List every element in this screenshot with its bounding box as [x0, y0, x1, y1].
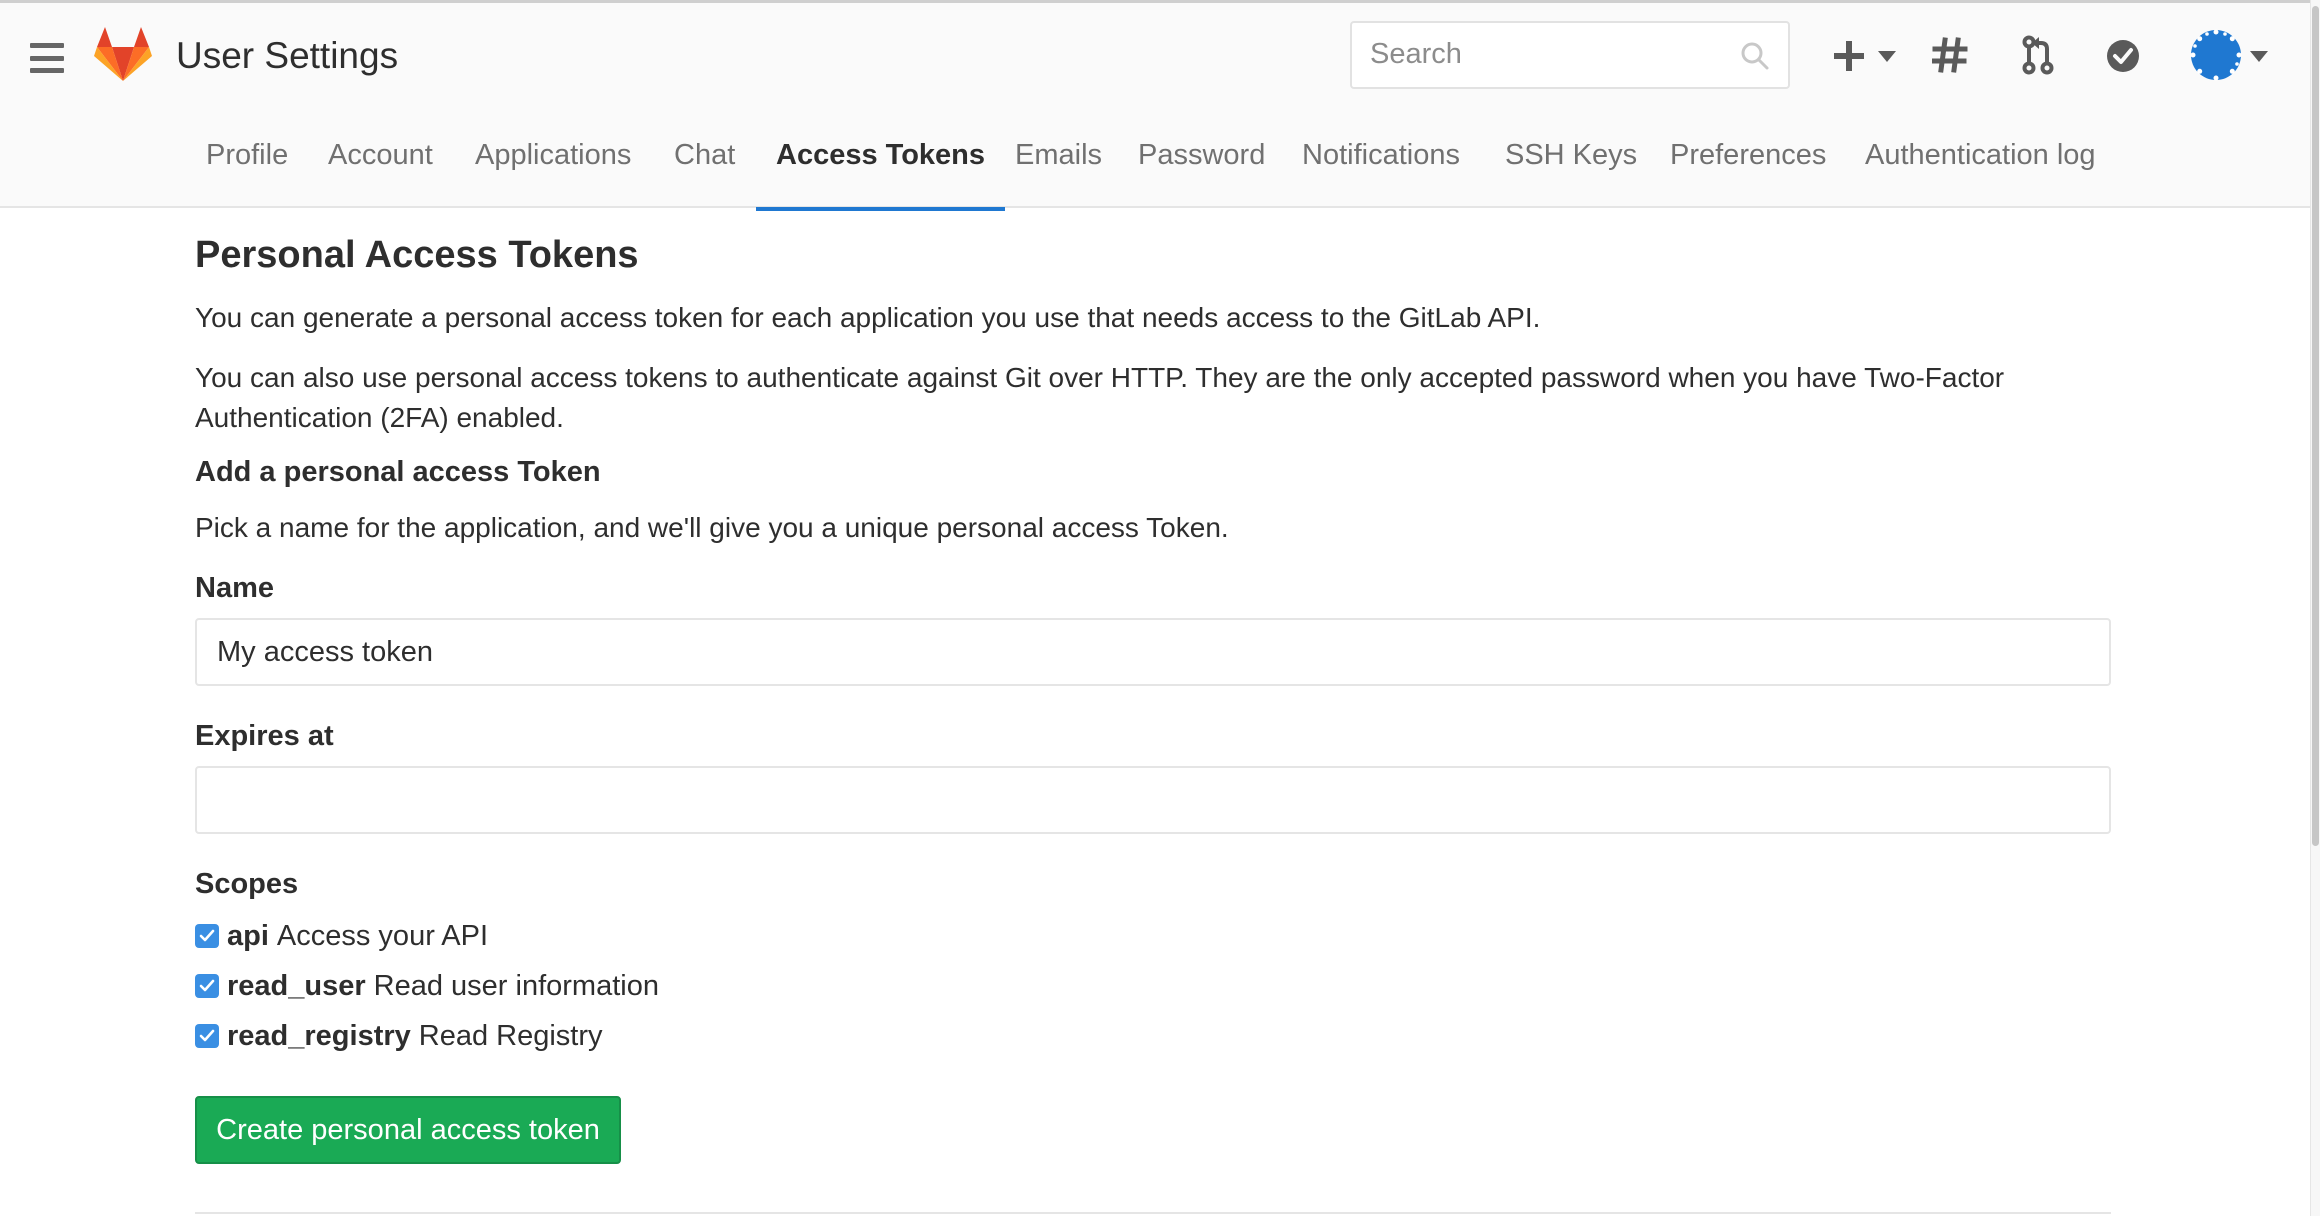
search-icon: [1741, 42, 1769, 70]
top-header: User Settings Search Profile Account App…: [0, 0, 2310, 211]
tab-chat[interactable]: Chat: [674, 121, 735, 209]
scope-name: api: [227, 919, 269, 952]
expires-at-field[interactable]: [197, 768, 2109, 832]
create-token-button[interactable]: Create personal access token: [195, 1096, 621, 1164]
tab-access-tokens[interactable]: Access Tokens: [755, 121, 1006, 211]
tab-password[interactable]: Password: [1138, 121, 1265, 209]
add-token-heading: Add a personal access Token: [195, 456, 601, 488]
tab-ssh-keys[interactable]: SSH Keys: [1505, 121, 1637, 209]
gitlab-logo[interactable]: [94, 27, 152, 83]
intro-text: You can generate a personal access token…: [195, 302, 1541, 333]
tab-applications[interactable]: Applications: [475, 121, 631, 209]
issues-hash-icon[interactable]: [1932, 37, 1968, 73]
avatar[interactable]: [2190, 29, 2242, 81]
checkmark-icon: [199, 1029, 215, 1042]
expires-field-box[interactable]: [195, 766, 2111, 834]
scope-read-registry-checkbox[interactable]: [195, 1024, 219, 1048]
merge-request-icon[interactable]: [2022, 35, 2054, 75]
scope-read-user-checkbox[interactable]: [195, 974, 219, 998]
name-label: Name: [195, 572, 274, 604]
tab-account[interactable]: Account: [328, 121, 433, 209]
page-app-title: User Settings: [176, 35, 399, 76]
scopes-label: Scopes: [195, 868, 299, 900]
search-input[interactable]: [1352, 23, 1732, 85]
search-box[interactable]: [1350, 21, 1790, 89]
scope-name: read_registry: [227, 1019, 411, 1052]
name-field[interactable]: [197, 620, 2109, 684]
scope-name: read_user: [227, 969, 366, 1002]
scope-api-checkbox[interactable]: [195, 924, 219, 948]
section-divider: [195, 1212, 2111, 1214]
settings-nav: Profile Account Applications Chat Access…: [0, 121, 2310, 211]
scope-description: Access your API: [276, 919, 489, 952]
expires-label: Expires at: [195, 720, 334, 752]
plus-icon[interactable]: [1832, 39, 1866, 73]
tab-profile[interactable]: Profile: [206, 121, 288, 209]
checkmark-icon: [199, 979, 215, 992]
scope-description: Read user information: [373, 969, 659, 1002]
scrollbar-thumb[interactable]: [2312, 6, 2319, 846]
chevron-down-icon[interactable]: [2250, 51, 2268, 63]
scope-read-user: read_user Read user information: [195, 966, 659, 1006]
menu-icon[interactable]: [30, 43, 64, 73]
todo-check-icon[interactable]: [2106, 39, 2140, 73]
checkmark-icon: [199, 929, 215, 942]
page-scrollbar[interactable]: [2310, 0, 2320, 1216]
scope-api: api Access your API: [195, 916, 488, 956]
chevron-down-icon[interactable]: [1878, 51, 1896, 63]
intro-text-2fa: You can also use personal access tokens …: [195, 362, 2005, 433]
add-token-description: Pick a name for the application, and we'…: [195, 512, 1229, 543]
name-field-box[interactable]: [195, 618, 2111, 686]
page-title: Personal Access Tokens: [195, 234, 639, 276]
tab-notifications[interactable]: Notifications: [1302, 121, 1460, 209]
tab-authentication-log[interactable]: Authentication log: [1865, 121, 2096, 209]
scope-description: Read Registry: [418, 1019, 603, 1052]
scope-read-registry: read_registry Read Registry: [195, 1016, 603, 1056]
tab-preferences[interactable]: Preferences: [1670, 121, 1826, 209]
tab-emails[interactable]: Emails: [1015, 121, 1102, 209]
